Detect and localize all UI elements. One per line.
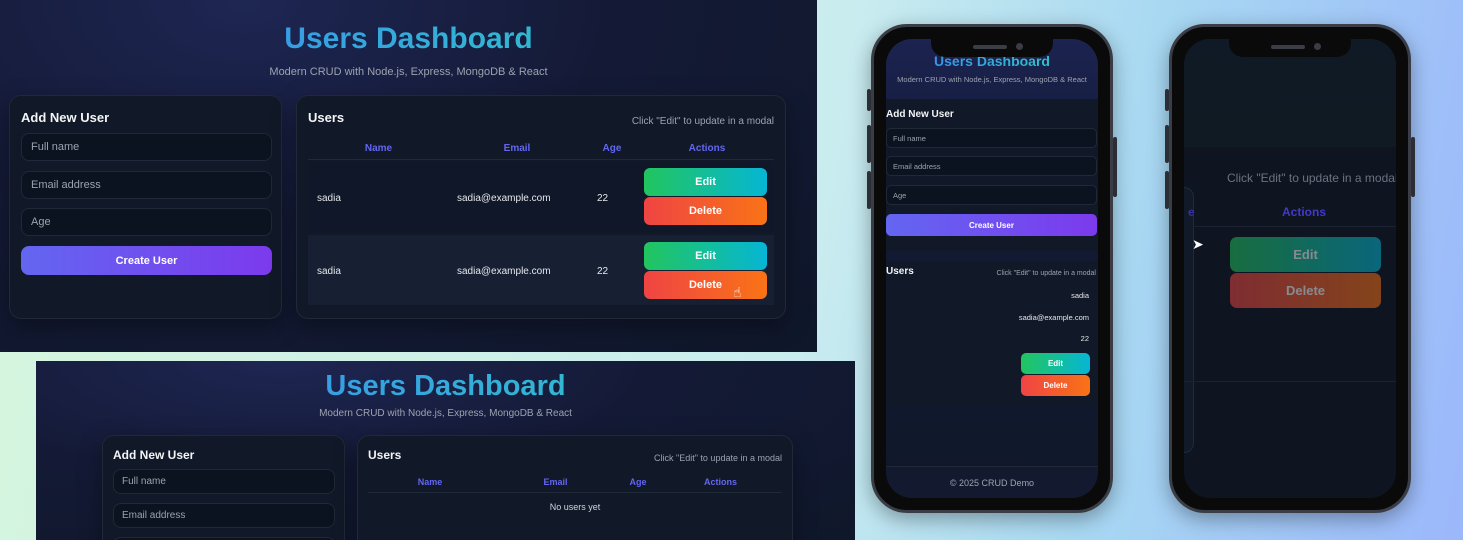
- cell-name: sadia: [1071, 291, 1089, 300]
- phone-screen: Users Dashboard Modern CRUD with Node.js…: [886, 39, 1098, 498]
- pointer-hand-icon: ☝: [733, 284, 742, 300]
- col-actions: Actions: [1281, 205, 1326, 219]
- cell-name: sadia: [317, 266, 341, 277]
- page-title: Users Dashboard: [36, 370, 855, 403]
- col-name: Name: [364, 143, 393, 154]
- age-input[interactable]: [886, 185, 1097, 205]
- full-name-input[interactable]: [21, 133, 272, 161]
- cell-age: 22: [597, 266, 609, 277]
- cell-name: sadia: [317, 193, 341, 204]
- users-card: Users Click "Edit" to update in a modal …: [357, 435, 793, 540]
- delete-button[interactable]: Delete: [644, 271, 767, 299]
- email-input[interactable]: [21, 171, 272, 199]
- edit-button[interactable]: Edit: [1230, 237, 1381, 272]
- delete-button[interactable]: Delete: [644, 197, 767, 225]
- phone-mockup-1: Users Dashboard Modern CRUD with Node.js…: [867, 24, 1117, 513]
- full-name-input[interactable]: [886, 128, 1097, 148]
- arrow-cursor-icon: ➤: [1192, 236, 1204, 252]
- add-user-card: Add New User Create User: [886, 99, 1098, 251]
- col-actions: Actions: [688, 143, 726, 154]
- email-input[interactable]: [886, 156, 1097, 176]
- delete-button[interactable]: Delete: [1230, 273, 1381, 308]
- email-input[interactable]: [113, 503, 335, 528]
- edit-button[interactable]: Edit: [644, 242, 767, 270]
- create-user-button[interactable]: Create User: [886, 214, 1097, 236]
- add-user-heading: Add New User: [113, 448, 195, 462]
- desktop-screenshot-with-users: Users Dashboard Modern CRUD with Node.js…: [0, 0, 817, 352]
- cell-email: sadia@example.com: [1018, 313, 1089, 322]
- edit-button[interactable]: Edit: [644, 168, 767, 196]
- phone-screen-zoomed: Click "Edit" to update in a modal e Acti…: [1184, 39, 1396, 498]
- col-actions: Actions: [703, 477, 737, 487]
- desktop-screenshot-empty: Users Dashboard Modern CRUD with Node.js…: [36, 361, 855, 540]
- edit-hint: Click "Edit" to update in a modal: [654, 453, 782, 463]
- edit-hint: Click "Edit" to update in a modal: [631, 116, 774, 127]
- age-input[interactable]: [21, 208, 272, 236]
- page-subtitle: Modern CRUD with Node.js, Express, Mongo…: [319, 408, 572, 419]
- add-user-heading: Add New User: [21, 110, 110, 125]
- page-title: Users Dashboard: [0, 22, 817, 56]
- phone-mockup-2: Click "Edit" to update in a modal e Acti…: [1165, 24, 1415, 513]
- col-email-partial: e: [1188, 205, 1195, 219]
- empty-state-text: No users yet: [549, 502, 601, 512]
- users-heading: Users: [368, 448, 402, 462]
- page-subtitle: Modern CRUD with Node.js, Express, Mongo…: [897, 75, 1087, 84]
- add-user-card: Add New User: [102, 435, 345, 540]
- users-card: Users Click "Edit" to update in a modal …: [886, 261, 1098, 405]
- create-user-button[interactable]: Create User: [21, 246, 272, 275]
- users-heading: Users: [308, 110, 345, 125]
- users-heading: Users: [886, 266, 914, 277]
- edit-hint: Click "Edit" to update in a modal: [996, 270, 1096, 277]
- cell-age: 22: [1080, 334, 1089, 343]
- table-row: sadia sadia@example.com 22 Edit Delete: [308, 235, 774, 305]
- footer: © 2025 CRUD Demo: [886, 466, 1098, 498]
- table-row: sadia sadia@example.com 22 Edit Delete: [308, 162, 774, 232]
- col-age: Age: [629, 477, 647, 487]
- col-email: Email: [543, 477, 568, 487]
- cell-age: 22: [597, 193, 609, 204]
- users-card: Users Click "Edit" to update in a modal …: [296, 95, 786, 319]
- page-subtitle: Modern CRUD with Node.js, Express, Mongo…: [269, 66, 548, 78]
- full-name-input[interactable]: [113, 469, 335, 494]
- cell-email: sadia@example.com: [457, 193, 551, 204]
- edit-hint: Click "Edit" to update in a modal: [1227, 171, 1396, 185]
- add-user-heading: Add New User: [886, 109, 954, 120]
- delete-button[interactable]: Delete: [1021, 375, 1090, 396]
- col-name: Name: [417, 477, 443, 487]
- col-email: Email: [503, 143, 531, 154]
- edit-button[interactable]: Edit: [1021, 353, 1090, 374]
- add-user-card: Add New User Create User: [9, 95, 282, 319]
- cell-email: sadia@example.com: [457, 266, 551, 277]
- col-age: Age: [602, 143, 622, 154]
